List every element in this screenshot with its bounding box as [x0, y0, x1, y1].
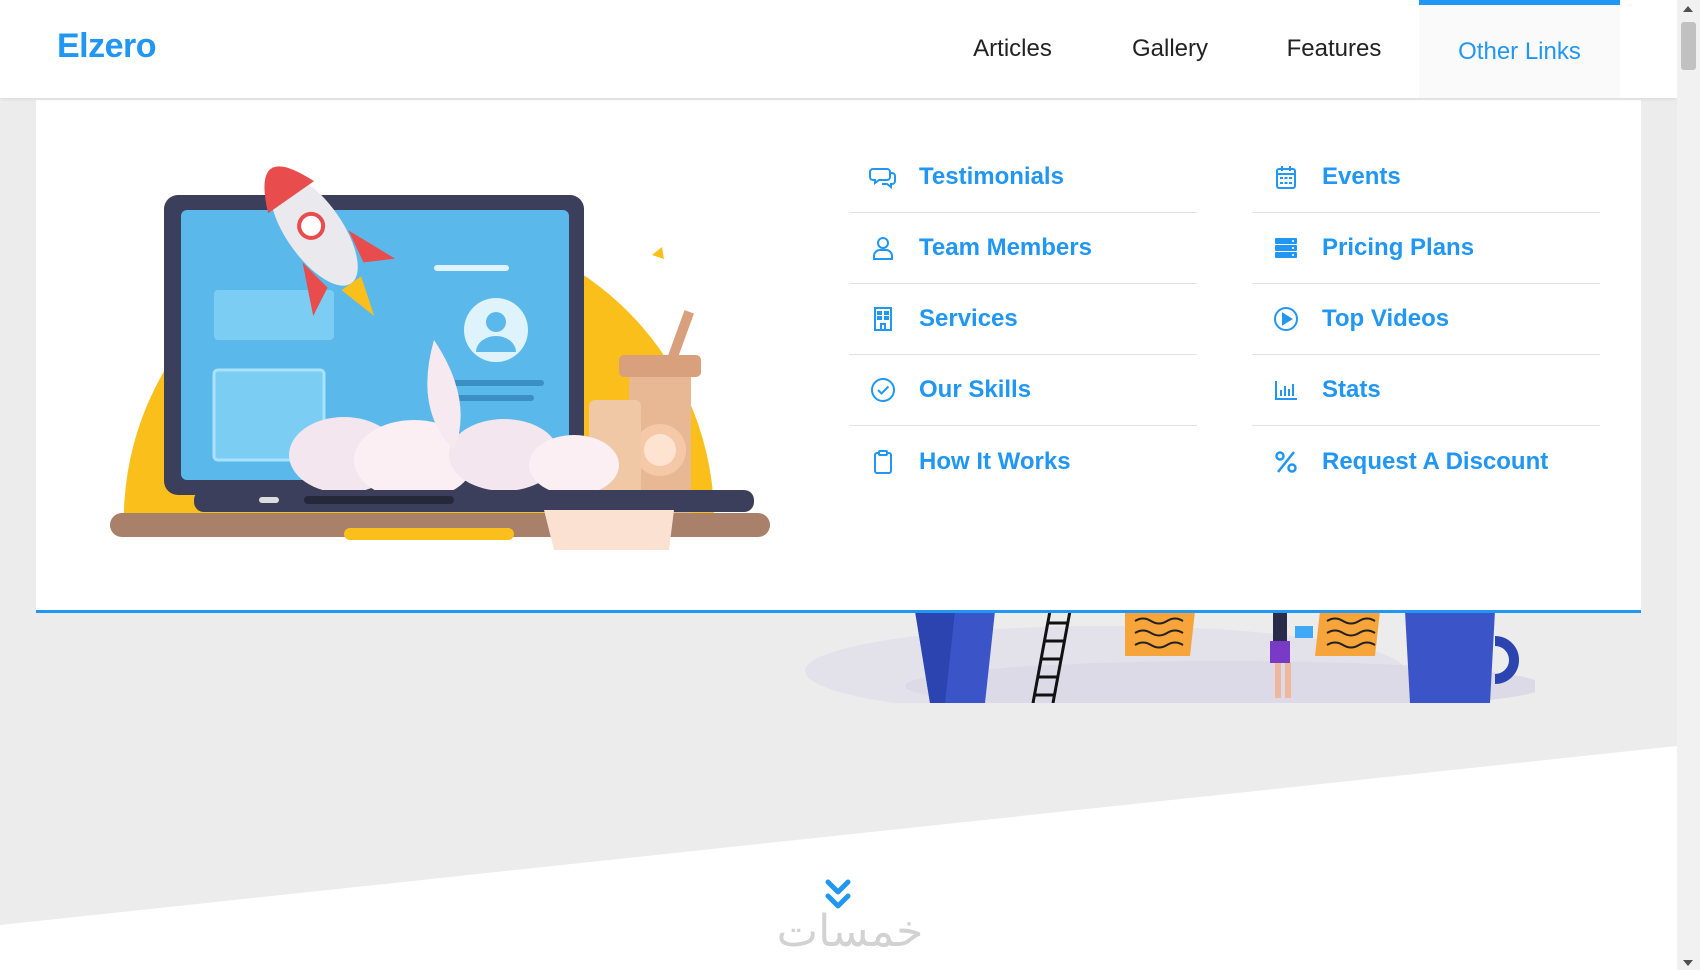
scroll-thumb[interactable]: [1681, 22, 1696, 70]
vertical-scrollbar[interactable]: [1677, 0, 1700, 970]
background-illustration: [805, 611, 1535, 703]
main-nav: Articles Gallery Features Other Links: [934, 0, 1677, 98]
menu-item-label: How It Works: [919, 447, 1071, 475]
menu-item-team-members[interactable]: Team Members: [849, 213, 1197, 284]
khamsat-watermark-logo: خمسات: [777, 906, 924, 956]
menu-item-label: Services: [919, 305, 1018, 332]
menu-item-our-skills[interactable]: Our Skills: [849, 355, 1197, 426]
menu-item-services[interactable]: Services: [849, 284, 1197, 355]
percent-icon: [1272, 448, 1300, 476]
menu-item-label: Our Skills: [919, 376, 1032, 403]
menu-item-label: Team Members: [919, 234, 1092, 261]
menu-item-label: Stats: [1322, 376, 1381, 403]
menu-item-pricing-plans[interactable]: Pricing Plans: [1252, 213, 1600, 284]
rocket-laptop-illustration: [110, 160, 770, 550]
building-icon: [869, 305, 897, 333]
check-circle-icon: [869, 376, 897, 404]
server-icon: [1272, 234, 1300, 262]
nav-link-articles[interactable]: Articles: [934, 0, 1091, 98]
mega-menu-column-right: Events Pricing Plans Top Videos Stats Re…: [1252, 142, 1600, 497]
menu-item-how-it-works[interactable]: How It Works: [849, 426, 1197, 497]
calendar-icon: [1272, 163, 1300, 191]
mega-menu-dropdown: Testimonials Team Members Services Our S…: [36, 100, 1641, 613]
scroll-down-arrow-icon[interactable]: [1683, 960, 1693, 966]
menu-item-request-a-discount[interactable]: Request A Discount: [1252, 426, 1600, 497]
scroll-up-arrow-icon[interactable]: [1683, 6, 1693, 12]
play-circle-icon: [1272, 305, 1300, 333]
menu-item-label: Events: [1322, 163, 1401, 190]
menu-item-events[interactable]: Events: [1252, 142, 1600, 213]
clipboard-icon: [869, 448, 897, 476]
menu-item-label: Testimonials: [919, 163, 1064, 190]
mega-menu-column-left: Testimonials Team Members Services Our S…: [849, 142, 1197, 497]
user-icon: [869, 234, 897, 262]
menu-item-top-videos[interactable]: Top Videos: [1252, 284, 1600, 355]
site-header: Elzero Articles Gallery Features Other L…: [0, 0, 1677, 98]
svg-text:خمسات: خمسات: [777, 906, 924, 956]
nav-link-other-links[interactable]: Other Links: [1419, 0, 1620, 98]
menu-item-label: Request A Discount: [1322, 447, 1549, 475]
nav-link-features[interactable]: Features: [1249, 0, 1419, 98]
menu-item-testimonials[interactable]: Testimonials: [849, 142, 1197, 213]
menu-item-label: Top Videos: [1322, 305, 1450, 332]
menu-item-label: Pricing Plans: [1322, 234, 1475, 261]
comments-icon: [869, 163, 897, 191]
chart-bar-icon: [1272, 376, 1300, 404]
site-logo[interactable]: Elzero: [57, 27, 157, 66]
menu-item-stats[interactable]: Stats: [1252, 355, 1600, 426]
nav-link-gallery[interactable]: Gallery: [1091, 0, 1249, 98]
